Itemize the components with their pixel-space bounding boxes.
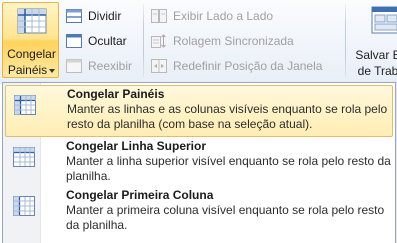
- save-workspace-label-line1: Salvar E: [355, 48, 397, 62]
- menu-item-title: Congelar Linha Superior: [66, 139, 207, 153]
- chevron-down-icon: [49, 68, 56, 73]
- view-side-by-side-button[interactable]: Exibir Lado a Lado: [151, 6, 291, 26]
- menu-item-title: Congelar Painéis: [67, 87, 165, 101]
- freeze-top-row-icon: [13, 147, 35, 167]
- hide-window-icon: [66, 34, 82, 48]
- menu-item-description: Manter as linhas e as colunas visíveis e…: [67, 102, 388, 131]
- view-side-by-side-label: Exibir Lado a Lado: [173, 9, 274, 23]
- ribbon-separator: [143, 4, 144, 78]
- freeze-panes-label-line1: Congelar: [7, 47, 56, 61]
- unhide-button[interactable]: Reexibir: [66, 56, 140, 76]
- menu-item-freeze-first-column[interactable]: Congelar Primeira Coluna Manter a primei…: [5, 187, 393, 239]
- save-workspace-label-line2: de Trab: [357, 64, 397, 78]
- synchronous-scrolling-label: Rolagem Sincronizada: [173, 34, 294, 48]
- reset-window-position-button[interactable]: Redefinir Posição da Janela: [151, 56, 341, 76]
- freeze-panes-button[interactable]: Congelar Painéis: [2, 2, 59, 78]
- unhide-label: Reexibir: [88, 59, 133, 73]
- ribbon-separator: [345, 4, 346, 78]
- hide-button[interactable]: Ocultar: [66, 31, 136, 51]
- side-by-side-icon: [151, 9, 167, 23]
- menu-item-freeze-top-row[interactable]: Congelar Linha Superior Manter a linha s…: [5, 138, 393, 190]
- hide-label: Ocultar: [88, 34, 127, 48]
- freeze-panes-icon: [17, 8, 47, 34]
- synchronous-scrolling-button[interactable]: Rolagem Sincronizada: [151, 31, 311, 51]
- reset-window-position-icon: [151, 59, 167, 73]
- freeze-panes-icon: [14, 95, 36, 115]
- menu-item-description: Manter a primeira coluna visível enquant…: [66, 203, 385, 232]
- freeze-panes-dropdown: Congelar Painéis Manter as linhas e as c…: [2, 82, 396, 243]
- split-button[interactable]: Dividir: [66, 6, 136, 26]
- save-workspace-button[interactable]: Salvar E de Trab: [348, 2, 397, 78]
- reset-window-position-label: Redefinir Posição da Janela: [173, 59, 323, 73]
- window-menu-screenshot: Congelar Painéis Dividir Ocultar Reexibi…: [0, 0, 397, 243]
- menu-item-freeze-panes[interactable]: Congelar Painéis Manter as linhas e as c…: [5, 85, 393, 137]
- sync-scroll-icon: [151, 34, 166, 48]
- menu-item-description: Manter a linha superior visível enquanto…: [66, 154, 391, 183]
- save-workspace-icon: [371, 6, 397, 34]
- freeze-panes-label-line2-text: Painéis: [7, 63, 48, 77]
- freeze-panes-label-line2: Painéis: [3, 63, 60, 77]
- ribbon-window-group: Congelar Painéis Dividir Ocultar Reexibi…: [0, 0, 397, 84]
- split-label: Dividir: [88, 9, 122, 23]
- menu-item-title: Congelar Primeira Coluna: [66, 188, 214, 202]
- freeze-first-column-icon: [13, 196, 35, 216]
- split-icon: [66, 9, 82, 23]
- unhide-window-icon: [66, 59, 82, 73]
